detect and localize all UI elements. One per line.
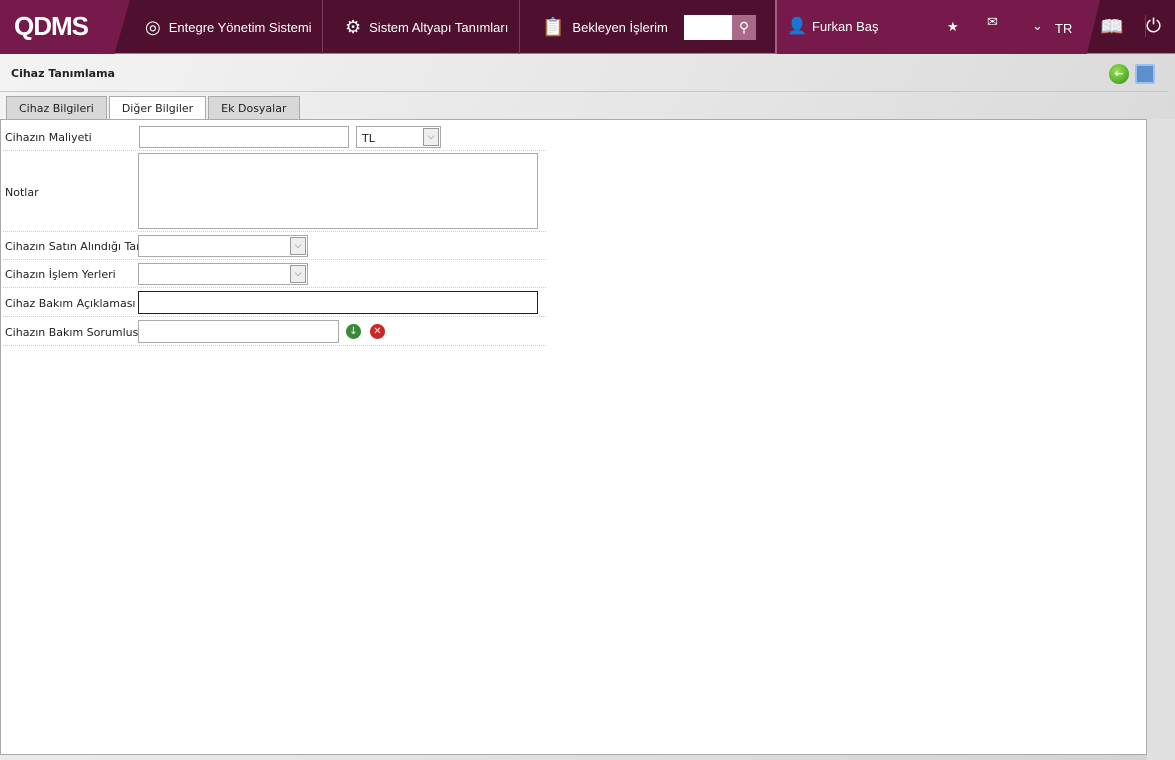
- user-area: 👤 Furkan Baş ★ ✉ ⌄ TR: [775, 0, 1100, 54]
- maliyet-input[interactable]: [139, 126, 349, 148]
- help-book-icon[interactable]: 📖: [1100, 15, 1124, 38]
- aciklama-label: Cihaz Bakım Açıklaması: [5, 297, 136, 310]
- row-islem-yerleri: Cihazın İşlem Yerleri ⌵: [3, 260, 546, 288]
- chevron-down-icon[interactable]: ⌄: [1032, 18, 1043, 34]
- clear-user-button[interactable]: ✕: [370, 324, 385, 339]
- tab-cihaz-bilgileri[interactable]: Cihaz Bilgileri: [6, 96, 107, 119]
- tab-diger-bilgiler[interactable]: Diğer Bilgiler: [108, 96, 207, 120]
- mail-icon[interactable]: ✉: [987, 14, 998, 30]
- q-icon: ◎: [145, 16, 161, 37]
- row-maliyet: Cihazın Maliyeti TL ⌵: [3, 123, 546, 151]
- search-input[interactable]: [684, 15, 732, 40]
- chevron-down-icon: ⌵: [290, 265, 306, 283]
- page-title: Cihaz Tanımlama: [11, 67, 115, 80]
- star-icon[interactable]: ★: [947, 19, 959, 35]
- tarih-select[interactable]: ⌵: [138, 235, 308, 257]
- form-panel: Cihazın Maliyeti TL ⌵ Notlar Cihazın Satı…: [0, 119, 1147, 755]
- sorumlu-label: Cihazın Bakım Sorumlusu: [5, 326, 146, 339]
- currency-select[interactable]: TL ⌵: [356, 126, 441, 148]
- divider: [0, 91, 1168, 92]
- chevron-down-icon: ⌵: [423, 128, 439, 146]
- chevron-down-icon: ⌵: [290, 237, 306, 255]
- clipboard-icon: 📋: [542, 16, 565, 37]
- select-user-button[interactable]: ↓: [346, 324, 361, 339]
- tab-bar: Cihaz Bilgileri Diğer Bilgiler Ek Dosyal…: [6, 96, 300, 120]
- islem-yerleri-label: Cihazın İşlem Yerleri: [5, 268, 116, 281]
- scrollbar[interactable]: [1147, 119, 1175, 760]
- tarih-label: Cihazın Satın Alındığı Tarih: [5, 240, 151, 253]
- maliyet-label: Cihazın Maliyeti: [5, 131, 92, 144]
- sorumlu-input[interactable]: [138, 320, 339, 343]
- islem-yerleri-select[interactable]: ⌵: [138, 263, 308, 285]
- search-button[interactable]: ⚲: [732, 15, 756, 40]
- search-box: ⚲: [684, 15, 756, 40]
- user-name[interactable]: Furkan Baş: [812, 19, 878, 34]
- row-aciklama: Cihaz Bakım Açıklaması: [3, 288, 546, 317]
- user-icon: 👤: [787, 18, 807, 35]
- row-tarih: Cihazın Satın Alındığı Tarih ⌵: [3, 232, 546, 260]
- row-sorumlu: Cihazın Bakım Sorumlusu ↓ ✕: [3, 317, 546, 346]
- notlar-label: Notlar: [5, 186, 39, 199]
- row-notlar: Notlar: [3, 151, 546, 232]
- aciklama-input[interactable]: [138, 291, 538, 314]
- language-selector[interactable]: TR: [1055, 21, 1072, 36]
- nav-entegre-yonetim[interactable]: ◎ Entegre Yönetim Sistemi: [130, 0, 323, 54]
- save-button[interactable]: [1135, 64, 1155, 84]
- nav-sistem-altyapi[interactable]: ⚙ Sistem Altyapı Tanımları: [323, 0, 520, 54]
- nav-bekleyen-islerim[interactable]: 📋 Bekleyen İşlerim: [520, 0, 675, 54]
- qdms-logo[interactable]: QDMS: [0, 0, 130, 54]
- search-icon: ⚲: [738, 19, 750, 35]
- gear-icon: ⚙: [345, 16, 362, 37]
- arrow-left-icon: ←: [1114, 67, 1124, 80]
- power-icon[interactable]: ⏻: [1145, 15, 1161, 37]
- top-header: QDMS ◎ Entegre Yönetim Sistemi ⚙ Sistem Al…: [0, 0, 1175, 54]
- back-button[interactable]: ←: [1109, 64, 1129, 84]
- notlar-textarea[interactable]: [138, 153, 538, 229]
- tab-ek-dosyalar[interactable]: Ek Dosyalar: [208, 96, 300, 119]
